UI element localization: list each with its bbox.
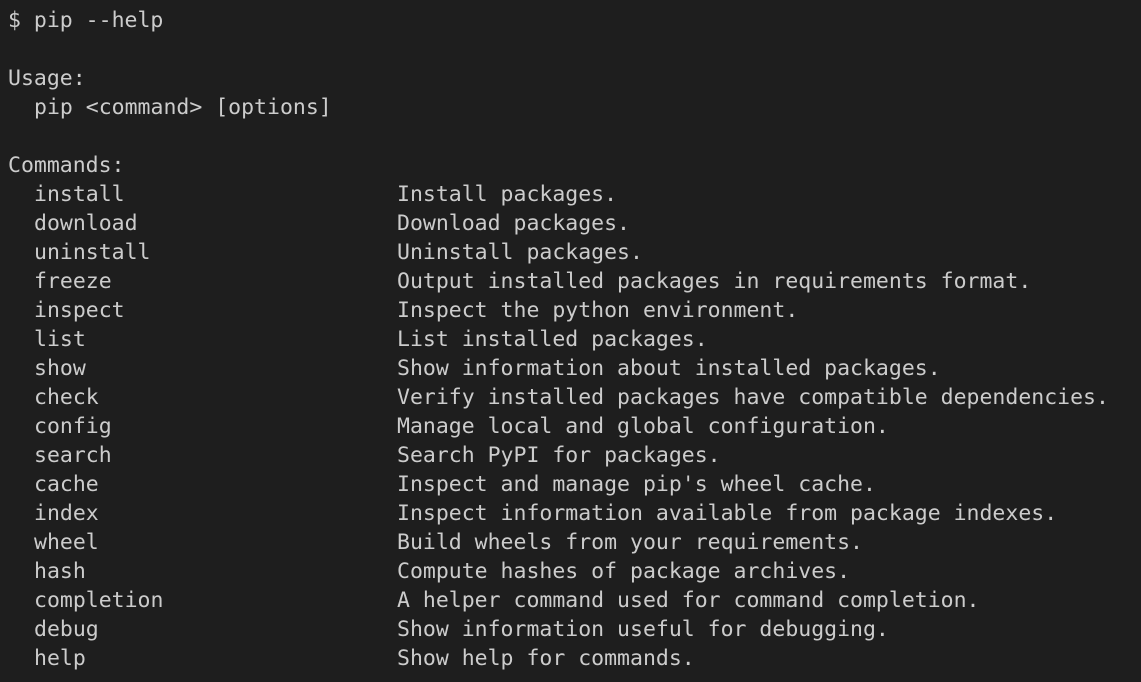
command-name: freeze — [34, 269, 112, 294]
command-row-download: download Download packages. — [8, 209, 1141, 238]
command-name: install — [34, 182, 125, 207]
prompt-symbol: $ — [8, 8, 21, 33]
command-description: Search PyPI for packages. — [397, 443, 721, 468]
command-name: index — [34, 501, 99, 526]
command-name: cache — [34, 472, 99, 497]
prompt-line: $ pip --help — [8, 6, 1141, 35]
commands-list: install Install packages. download Downl… — [8, 180, 1141, 673]
command-description: Inspect information available from packa… — [397, 501, 1058, 526]
commands-heading: Commands: — [8, 153, 125, 178]
command-description: Inspect the python environment. — [397, 298, 799, 323]
command-description: Build wheels from your requirements. — [397, 530, 863, 555]
command-name: list — [34, 327, 86, 352]
command-row-wheel: wheel Build wheels from your requirement… — [8, 528, 1141, 557]
command-row-uninstall: uninstall Uninstall packages. — [8, 238, 1141, 267]
command-row-inspect: inspect Inspect the python environment. — [8, 296, 1141, 325]
command-name: inspect — [34, 298, 125, 323]
command-description: Output installed packages in requirement… — [397, 269, 1032, 294]
command-description: Download packages. — [397, 211, 630, 236]
command-row-debug: debug Show information useful for debugg… — [8, 615, 1141, 644]
command-description: Verify installed packages have compatibl… — [397, 385, 1109, 410]
command-row-check: check Verify installed packages have com… — [8, 383, 1141, 412]
command-row-hash: hash Compute hashes of package archives. — [8, 557, 1141, 586]
command-row-cache: cache Inspect and manage pip's wheel cac… — [8, 470, 1141, 499]
command-name: search — [34, 443, 112, 468]
command-description: Install packages. — [397, 182, 618, 207]
command-name: completion — [34, 588, 164, 613]
terminal-window[interactable]: $ pip --help Usage: pip <command> [optio… — [0, 0, 1141, 682]
command-description: List installed packages. — [397, 327, 708, 352]
command-row-help: help Show help for commands. — [8, 644, 1141, 673]
usage-syntax: pip <command> [options] — [34, 95, 332, 120]
command-name: download — [34, 211, 138, 236]
prompt-command: pip --help — [33, 8, 164, 33]
command-name: hash — [34, 559, 86, 584]
command-row-index: index Inspect information available from… — [8, 499, 1141, 528]
command-name: wheel — [34, 530, 99, 555]
command-description: Uninstall packages. — [397, 240, 643, 265]
command-name: uninstall — [34, 240, 151, 265]
command-description: Show information useful for debugging. — [397, 617, 889, 642]
command-row-search: search Search PyPI for packages. — [8, 441, 1141, 470]
command-name: help — [34, 646, 86, 671]
command-name: debug — [34, 617, 99, 642]
command-description: Manage local and global configuration. — [397, 414, 889, 439]
command-row-freeze: freeze Output installed packages in requ… — [8, 267, 1141, 296]
command-row-list: list List installed packages. — [8, 325, 1141, 354]
command-row-config: config Manage local and global configura… — [8, 412, 1141, 441]
command-description: Show help for commands. — [397, 646, 695, 671]
command-name: show — [34, 356, 86, 381]
command-row-install: install Install packages. — [8, 180, 1141, 209]
command-name: config — [34, 414, 112, 439]
command-row-show: show Show information about installed pa… — [8, 354, 1141, 383]
command-description: Inspect and manage pip's wheel cache. — [397, 472, 876, 497]
command-description: A helper command used for command comple… — [397, 588, 980, 613]
command-description: Show information about installed package… — [397, 356, 941, 381]
usage-heading: Usage: — [8, 66, 86, 91]
command-row-completion: completion A helper command used for com… — [8, 586, 1141, 615]
command-name: check — [34, 385, 99, 410]
command-description: Compute hashes of package archives. — [397, 559, 851, 584]
